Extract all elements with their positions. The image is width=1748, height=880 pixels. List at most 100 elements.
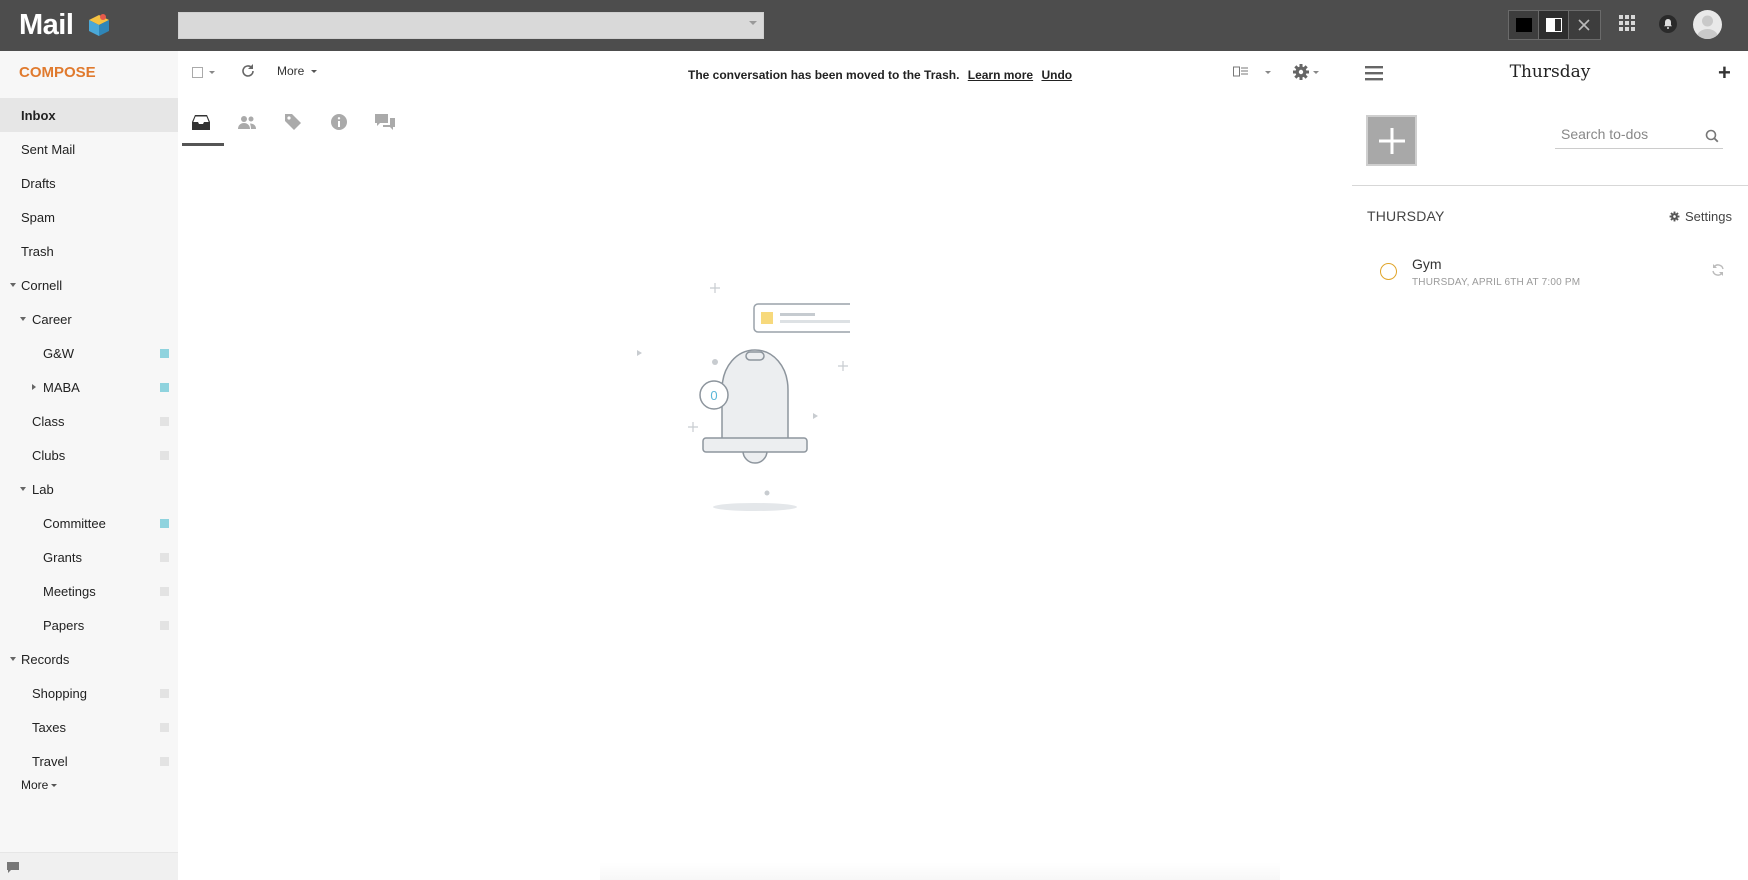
- collapse-caret-icon[interactable]: [20, 487, 26, 491]
- sidebar-item-inbox[interactable]: Inbox: [0, 98, 178, 132]
- sidebar-item-lab[interactable]: Lab: [0, 472, 178, 506]
- view-full-button[interactable]: [1509, 11, 1539, 39]
- sidebar-item-label: Meetings: [43, 583, 96, 599]
- collapse-caret-icon[interactable]: [20, 317, 26, 321]
- folder-list: Inbox Sent Mail Drafts Spam Trash Cornel…: [0, 98, 178, 778]
- tab-chat[interactable]: [362, 98, 408, 146]
- avatar[interactable]: [1693, 10, 1722, 39]
- sidebar-item-label: Trash: [21, 243, 54, 259]
- tab-tags[interactable]: [270, 98, 316, 146]
- sidebar-item-clubs[interactable]: Clubs: [0, 438, 178, 472]
- sidebar-item-taxes[interactable]: Taxes: [0, 710, 178, 744]
- close-view-button[interactable]: [1569, 11, 1599, 39]
- sidebar-item-label: Lab: [32, 481, 54, 497]
- collapse-caret-icon[interactable]: [10, 283, 16, 287]
- layout-options-caret-icon[interactable]: [1265, 71, 1271, 74]
- more-actions-button[interactable]: More: [277, 64, 317, 78]
- todo-settings-button[interactable]: Settings: [1669, 209, 1732, 224]
- chat-bubble-icon[interactable]: [7, 862, 19, 873]
- sidebar-item-label: Spam: [21, 209, 55, 225]
- collapse-caret-icon[interactable]: [10, 657, 16, 661]
- todo-complete-checkbox[interactable]: [1380, 263, 1397, 280]
- undo-link[interactable]: Undo: [1041, 68, 1072, 82]
- label-color-swatch: [160, 552, 169, 562]
- sidebar-item-grants[interactable]: Grants: [0, 540, 178, 574]
- label-color-swatch: [160, 722, 169, 732]
- sidebar-item-label: Travel: [32, 753, 68, 769]
- info-icon: [331, 114, 347, 130]
- todo-search: [1555, 121, 1723, 149]
- sidebar-item-records[interactable]: Records: [0, 642, 178, 676]
- settings-label: Settings: [1685, 209, 1732, 224]
- sidebar-item-spam[interactable]: Spam: [0, 200, 178, 234]
- sidebar-item-drafts[interactable]: Drafts: [0, 166, 178, 200]
- chat-icon: [375, 114, 395, 130]
- sidebar-item-cornell[interactable]: Cornell: [0, 268, 178, 302]
- sidebar-item-label: Grants: [43, 549, 83, 565]
- plus-icon: [1378, 127, 1405, 154]
- divider: [1352, 185, 1748, 186]
- todo-name: Gym: [1412, 256, 1442, 272]
- refresh-icon[interactable]: [240, 63, 256, 79]
- inbox-icon: [192, 114, 210, 130]
- settings-caret-icon[interactable]: [1313, 71, 1319, 74]
- label-color-swatch: [160, 756, 169, 766]
- view-split-button[interactable]: [1539, 11, 1569, 39]
- more-actions-label: More: [277, 64, 305, 78]
- empty-notifications-illustration: 0: [637, 283, 850, 511]
- todo-panel-title: Thursday: [1509, 62, 1591, 82]
- cube-logo-icon: [89, 14, 109, 36]
- gear-icon[interactable]: [1291, 62, 1311, 82]
- tab-inbox[interactable]: [178, 98, 224, 146]
- chevron-down-icon: [51, 784, 58, 788]
- label-color-swatch: [160, 620, 169, 630]
- label-color-swatch: [160, 450, 169, 460]
- sidebar-item-trash[interactable]: Trash: [0, 234, 178, 268]
- todo-item[interactable]: Gym THURSDAY, APRIL 6TH AT 7:00 PM: [1380, 255, 1740, 299]
- sidebar-item-travel[interactable]: Travel: [0, 744, 178, 778]
- apps-grid-icon[interactable]: [1619, 15, 1635, 31]
- tab-people[interactable]: [224, 98, 270, 146]
- add-list-button[interactable]: +: [1718, 62, 1731, 84]
- people-icon: [238, 116, 256, 129]
- sidebar-item-sent-mail[interactable]: Sent Mail: [0, 132, 178, 166]
- expand-caret-icon[interactable]: [32, 384, 36, 390]
- sidebar-item-meetings[interactable]: Meetings: [0, 574, 178, 608]
- day-heading: THURSDAY: [1367, 208, 1445, 224]
- sidebar-item-shopping[interactable]: Shopping: [0, 676, 178, 710]
- select-all-checkbox[interactable]: [192, 67, 203, 78]
- sidebar-item-maba[interactable]: MABA: [0, 370, 178, 404]
- sidebar-item-label: Class: [32, 413, 65, 429]
- app-logo[interactable]: Mail: [19, 9, 74, 42]
- sidebar-item-label: Shopping: [32, 685, 87, 701]
- sidebar-more-button[interactable]: More: [21, 778, 58, 792]
- sidebar-footer: [0, 852, 178, 880]
- inbox-tabs: [178, 98, 408, 146]
- tab-info[interactable]: [316, 98, 362, 146]
- search-options-caret-icon[interactable]: [749, 21, 757, 25]
- close-icon: [1578, 19, 1590, 31]
- bottom-shadow: [600, 862, 1280, 880]
- label-color-swatch: [160, 518, 169, 528]
- reading-pane-icon[interactable]: [1233, 65, 1249, 79]
- sidebar-item-class[interactable]: Class: [0, 404, 178, 438]
- add-todo-button[interactable]: [1366, 115, 1417, 166]
- gear-icon: [1669, 211, 1680, 222]
- sidebar-item-label: Sent Mail: [21, 141, 76, 157]
- sidebar-item-papers[interactable]: Papers: [0, 608, 178, 642]
- sidebar-item-gw[interactable]: G&W: [0, 336, 178, 370]
- sidebar-item-label: Career: [32, 311, 72, 327]
- sidebar-item-career[interactable]: Career: [0, 302, 178, 336]
- notifications-bell-icon[interactable]: [1659, 15, 1677, 33]
- sidebar-item-committee[interactable]: Committee: [0, 506, 178, 540]
- select-options-caret-icon[interactable]: [209, 71, 215, 74]
- search-input[interactable]: [178, 12, 764, 39]
- search-icon[interactable]: [1705, 129, 1719, 143]
- learn-more-link[interactable]: Learn more: [968, 68, 1033, 82]
- sidebar-more-label: More: [21, 778, 49, 792]
- label-color-swatch: [160, 586, 169, 596]
- compose-button[interactable]: COMPOSE: [19, 64, 96, 81]
- todo-search-input[interactable]: [1555, 121, 1695, 147]
- full-view-icon: [1515, 18, 1532, 32]
- sidebar-item-label: Records: [21, 651, 70, 667]
